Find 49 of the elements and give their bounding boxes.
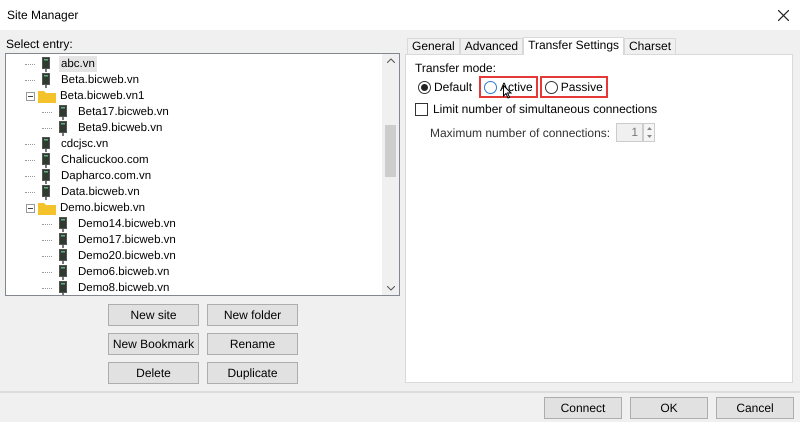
tab[interactable]: Charset — [624, 38, 676, 54]
collapse-toggle[interactable] — [26, 92, 35, 100]
dialog-button[interactable]: Rename — [207, 333, 298, 355]
dialog-button[interactable]: Connect — [544, 396, 622, 418]
dialog-button[interactable]: Delete — [108, 362, 199, 384]
tab[interactable]: Advanced — [460, 38, 524, 54]
tree-item[interactable]: Beta.bicweb.vn1 — [58, 88, 146, 104]
tree-item[interactable]: Beta9.bicweb.vn — [76, 120, 164, 136]
tree-item[interactable]: Chalicuckoo.com — [59, 152, 151, 168]
dialog-button[interactable]: New folder — [207, 304, 298, 326]
dialog-button[interactable]: New Bookmark — [108, 333, 199, 355]
radio-button[interactable] — [544, 80, 558, 94]
dialog-button[interactable]: Cancel — [716, 396, 794, 418]
tree-item[interactable]: Dapharco.com.vn — [59, 168, 154, 184]
checkbox-label: Limit number of simultaneous connections — [433, 101, 658, 118]
dialog-button[interactable]: New site — [108, 304, 199, 326]
tree-item[interactable]: abc.vn — [59, 56, 97, 72]
close-icon[interactable] — [778, 10, 789, 20]
radio-label[interactable]: Passive — [560, 78, 603, 96]
transfer-mode-label: Transfer mode: — [415, 60, 497, 76]
tree-item[interactable]: Demo8.bicweb.vn — [76, 280, 172, 295]
dialog-button[interactable]: OK — [630, 396, 708, 418]
tree-item[interactable]: Demo6.bicweb.vn — [76, 264, 172, 280]
tree-item[interactable]: Demo14.bicweb.vn — [76, 216, 178, 232]
tab[interactable]: Transfer Settings — [523, 37, 624, 55]
window-title: Site Manager — [7, 7, 78, 24]
radio-label[interactable]: Default — [434, 78, 472, 96]
scrollbar[interactable] — [382, 54, 399, 295]
radio-button[interactable] — [484, 80, 498, 94]
collapse-toggle[interactable] — [26, 204, 35, 212]
tab[interactable]: General — [407, 38, 460, 54]
scroll-thumb[interactable] — [385, 124, 396, 176]
scroll-up-icon[interactable] — [386, 58, 394, 63]
tree-item[interactable]: Data.bicweb.vn — [59, 184, 142, 200]
checkbox[interactable] — [415, 102, 428, 116]
tree-item[interactable]: Demo20.bicweb.vn — [76, 248, 178, 264]
select-entry-label: Select entry: — [5, 36, 74, 53]
tree-item[interactable]: Beta.bicweb.vn — [59, 72, 141, 88]
max-connections-label: Maximum number of connections: — [430, 124, 610, 142]
radio-button[interactable] — [418, 80, 431, 94]
folder-icon — [38, 202, 56, 214]
tree-item[interactable]: Demo.bicweb.vn — [58, 200, 148, 216]
tree-item[interactable]: cdcjsc.vn — [59, 136, 110, 152]
dialog-button[interactable]: Duplicate — [207, 362, 298, 384]
tree-item[interactable]: Demo17.bicweb.vn — [76, 232, 178, 248]
spin-buttons[interactable] — [643, 123, 656, 142]
scroll-down-icon[interactable] — [386, 286, 394, 291]
tree-item[interactable]: Beta17.bicweb.vn — [76, 104, 171, 120]
folder-icon — [38, 90, 56, 102]
